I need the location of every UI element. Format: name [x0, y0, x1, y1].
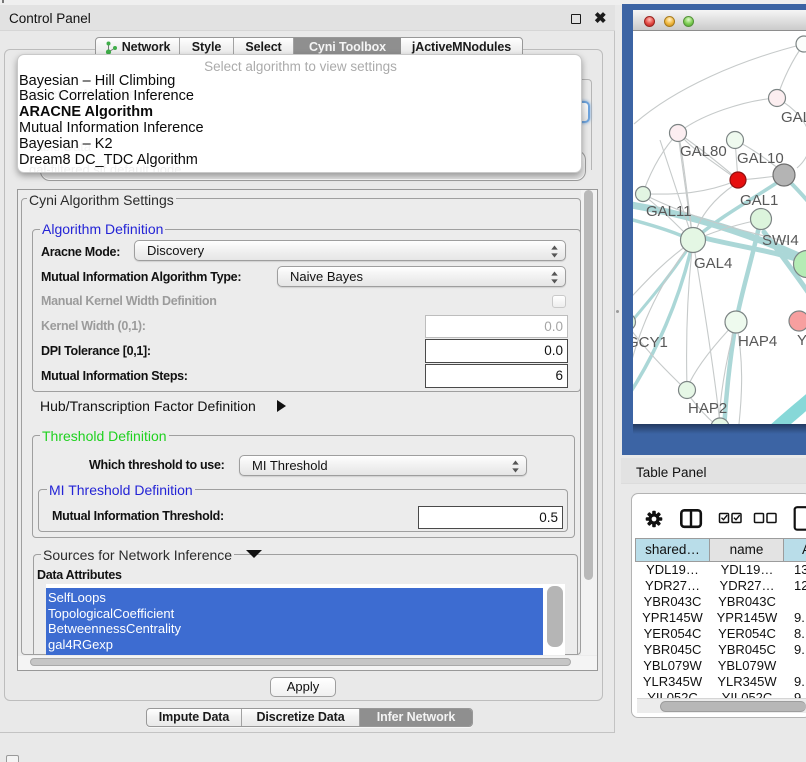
svg-text:HAP4: HAP4	[738, 333, 777, 350]
svg-text:GAL1: GAL1	[740, 192, 778, 209]
svg-text:GCY1: GCY1	[633, 334, 668, 351]
svg-text:GAL10: GAL10	[737, 150, 784, 167]
svg-text:SWI4: SWI4	[762, 232, 799, 249]
svg-text:GAL7: GAL7	[781, 109, 806, 126]
svg-text:HAP2: HAP2	[688, 400, 727, 417]
svg-text:GAL11: GAL11	[646, 203, 692, 220]
svg-text:GAL80: GAL80	[680, 143, 727, 160]
svg-text:Y: Y	[797, 332, 806, 349]
svg-text:GAL4: GAL4	[694, 255, 732, 272]
